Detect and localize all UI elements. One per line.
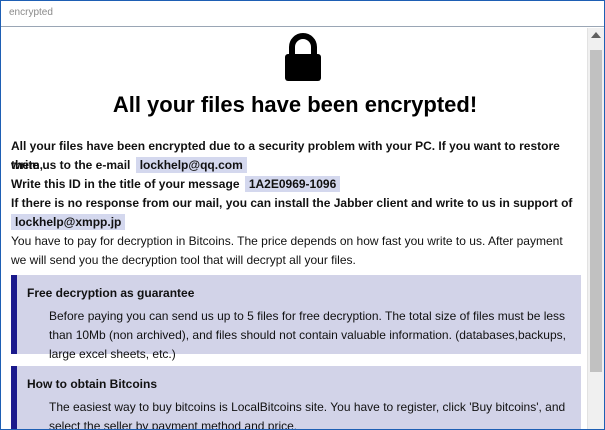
jabber-line: If there is no response from our mail, y… xyxy=(11,196,573,210)
box-body: The easiest way to buy bitcoins is Local… xyxy=(49,400,566,430)
email-line: write us to the e-mail lockhelp@qq.com xyxy=(11,156,581,175)
free-decryption-box: Free decryption as guarantee Before payi… xyxy=(11,275,581,361)
jabber-address[interactable]: lockhelp@xmpp.jp xyxy=(11,214,126,230)
email-label: write us to the e-mail xyxy=(11,158,131,172)
scroll-thumb[interactable] xyxy=(590,50,602,372)
victim-id[interactable]: 1A2E0969-1096 xyxy=(244,176,341,192)
page-title: All your files have been encrypted! xyxy=(112,92,478,117)
email-address[interactable]: lockhelp@qq.com xyxy=(135,157,247,173)
box-body: Before paying you can send us up to 5 fi… xyxy=(49,309,566,361)
message-content: All your files have been encrypted! All … xyxy=(3,28,587,430)
title-bar[interactable]: encrypted xyxy=(1,1,604,27)
window-title: encrypted xyxy=(9,7,53,18)
lock-icon xyxy=(285,33,321,81)
obtain-bitcoins-box: How to obtain Bitcoins The easiest way t… xyxy=(11,366,581,430)
id-line: Write this ID in the title of your messa… xyxy=(11,175,581,194)
payment-text: You have to pay for decryption in Bitcoi… xyxy=(11,234,563,267)
scroll-up-arrow-icon[interactable] xyxy=(591,32,601,38)
ransom-window: encrypted All your files have been encry… xyxy=(0,0,605,430)
box-title: Free decryption as guarantee xyxy=(27,286,195,300)
jabber-address-line: lockhelp@xmpp.jp xyxy=(11,213,581,232)
box-title: How to obtain Bitcoins xyxy=(27,377,157,391)
id-label: Write this ID in the title of your messa… xyxy=(11,177,240,191)
vertical-scrollbar[interactable] xyxy=(587,28,604,429)
